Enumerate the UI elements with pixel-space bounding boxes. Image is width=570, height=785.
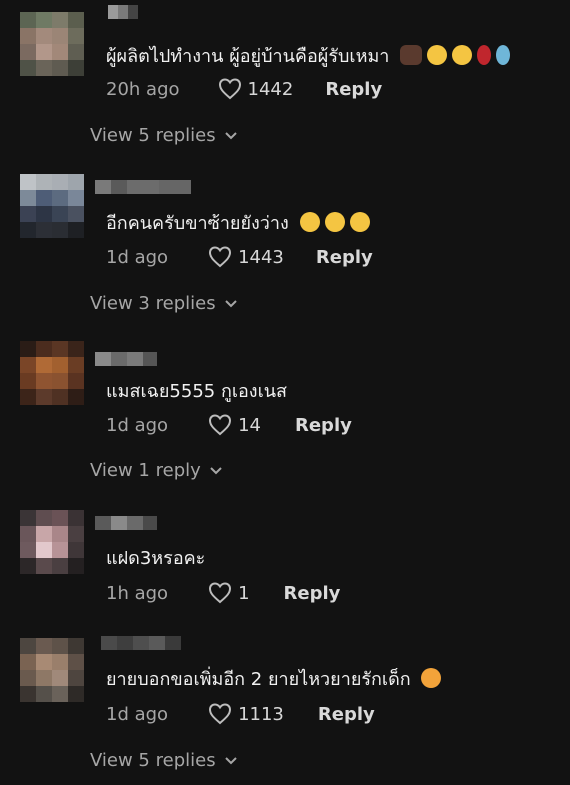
view-replies-button[interactable]: View 5 replies	[90, 125, 238, 146]
like-button[interactable]: 1442	[218, 78, 294, 100]
like-button[interactable]: 14	[208, 414, 261, 436]
comment-meta: 1d ago 1443 Reply	[106, 246, 373, 268]
chevron-down-icon	[224, 131, 237, 139]
grinning-icon	[427, 45, 448, 65]
username[interactable]	[95, 352, 157, 366]
heart-icon	[209, 582, 232, 604]
timestamp: 1d ago	[106, 414, 169, 436]
username[interactable]	[95, 516, 157, 530]
unicorn-icon	[496, 45, 511, 65]
heart-icon	[209, 246, 232, 268]
flexed-biceps-icon	[400, 45, 423, 65]
view-replies-button[interactable]: View 5 replies	[90, 750, 238, 771]
like-count: 1443	[238, 246, 284, 268]
sweat-smile-icon	[299, 212, 320, 232]
like-count: 1	[238, 582, 250, 604]
view-replies-label: View 5 replies	[90, 125, 216, 146]
avatar[interactable]	[20, 174, 84, 238]
laughing-icon	[324, 212, 345, 232]
heart-icon	[209, 703, 232, 725]
comment-text: อีกคนครับขาซ้ายยังว่าง	[106, 208, 370, 237]
username[interactable]	[108, 5, 138, 19]
view-replies-label: View 5 replies	[90, 750, 216, 771]
timestamp: 1d ago	[106, 703, 169, 725]
like-count: 14	[238, 414, 261, 436]
timestamp: 1d ago	[106, 246, 169, 268]
avatar[interactable]	[20, 12, 84, 76]
like-button[interactable]: 1	[208, 582, 250, 604]
reply-button[interactable]: Reply	[318, 704, 375, 725]
view-replies-label: View 3 replies	[90, 293, 216, 314]
grinning-icon	[349, 212, 370, 232]
comment-text: ผู้ผลิตไปทำงาน ผู้อยู่บ้านคือผู้รับเหมา	[106, 41, 511, 70]
username[interactable]	[101, 636, 181, 650]
avatar[interactable]	[20, 510, 84, 574]
chevron-down-icon	[224, 299, 237, 307]
reply-button[interactable]: Reply	[316, 247, 373, 268]
like-button[interactable]: 1443	[208, 246, 284, 268]
view-replies-button[interactable]: View 3 replies	[90, 293, 238, 314]
username[interactable]	[95, 180, 191, 194]
view-replies-button[interactable]: View 1 reply	[90, 460, 223, 481]
comment-text: แฝด3หรอคะ	[106, 548, 206, 569]
comment-meta: 1d ago 14 Reply	[106, 414, 352, 436]
rose-icon	[477, 45, 492, 65]
chevron-down-icon	[210, 466, 222, 474]
view-replies-label: View 1 reply	[90, 460, 201, 481]
comment-text: แมสเฉย5555 กูเองเนส	[106, 381, 288, 402]
timestamp: 20h ago	[106, 78, 180, 100]
avatar[interactable]	[20, 638, 84, 702]
like-button[interactable]: 1113	[208, 703, 284, 725]
reply-button[interactable]: Reply	[325, 79, 382, 100]
reply-button[interactable]: Reply	[295, 415, 352, 436]
comment-text: ยายบอกขอเพิ่มอีก 2 ยายไหวยายรักเด็ก	[106, 664, 442, 693]
like-count: 1442	[247, 78, 294, 100]
reply-button[interactable]: Reply	[284, 583, 341, 604]
crying-laughing-cat-icon	[421, 668, 442, 688]
like-count: 1113	[238, 703, 284, 725]
comment-meta: 1d ago 1113 Reply	[106, 703, 375, 725]
avatar[interactable]	[20, 341, 84, 405]
chevron-down-icon	[224, 756, 237, 764]
comment-meta: 1h ago 1 Reply	[106, 582, 340, 604]
heart-icon	[209, 414, 232, 436]
timestamp: 1h ago	[106, 582, 169, 604]
sweat-smile-icon	[452, 45, 473, 65]
comment-meta: 20h ago 1442 Reply	[106, 78, 382, 100]
heart-icon	[218, 78, 241, 100]
